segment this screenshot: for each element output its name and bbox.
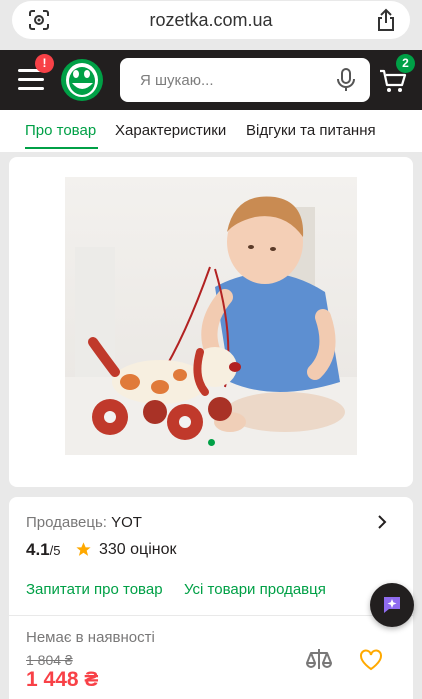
product-gallery [9,157,413,487]
tab-characteristics[interactable]: Характеристики [115,122,226,139]
product-photo[interactable] [65,177,357,455]
star-icon [76,542,91,556]
tab-reviews[interactable]: Відгуки та питання [246,122,376,139]
chevron-right-icon[interactable] [375,514,389,530]
old-price: 1 804 ₴ [26,652,73,668]
site-header: ! 2 [0,50,422,110]
url-text: rozetka.com.ua [149,10,273,30]
divider [9,615,413,616]
rating-max: /5 [49,543,61,558]
share-icon[interactable] [375,8,397,32]
address-bar[interactable]: rozetka.com.ua [12,1,410,39]
active-tab-indicator [25,147,98,149]
notification-badge: ! [35,54,54,73]
microphone-icon[interactable] [336,68,356,92]
reviews-count[interactable]: 330 оцінок [99,541,177,559]
seller-rating: 4.1/5 [26,540,60,560]
browser-bar: rozetka.com.ua [0,0,422,50]
cart-count-badge: 2 [396,54,415,73]
stock-status: Немає в наявності [26,629,155,646]
chat-assistant-button[interactable] [370,583,414,627]
ask-about-product-link[interactable]: Запитати про товар [26,581,163,598]
rozetka-logo-icon[interactable] [59,57,105,103]
search-box[interactable] [120,58,370,102]
product-info-card: Продавець: YOT 4.1/5 330 оцінок Запитати… [9,497,413,699]
rating-value: 4.1 [26,540,50,559]
compare-scales-icon[interactable] [305,647,333,673]
product-tabs: Про товар Характеристики Відгуки та пита… [0,110,422,152]
tab-about[interactable]: Про товар [25,122,96,139]
all-seller-products-link[interactable]: Усі товари продавця [184,581,326,598]
seller-name: YOT [111,514,142,531]
seller-label: Продавець: [26,514,107,531]
sparkle-chat-icon [384,597,400,613]
seller-row[interactable]: Продавець: YOT [26,514,142,531]
search-input[interactable] [140,69,320,91]
current-price: 1 448 ₴ [26,668,99,691]
gallery-dot-active[interactable] [208,439,215,446]
heart-wishlist-icon[interactable] [359,649,383,671]
